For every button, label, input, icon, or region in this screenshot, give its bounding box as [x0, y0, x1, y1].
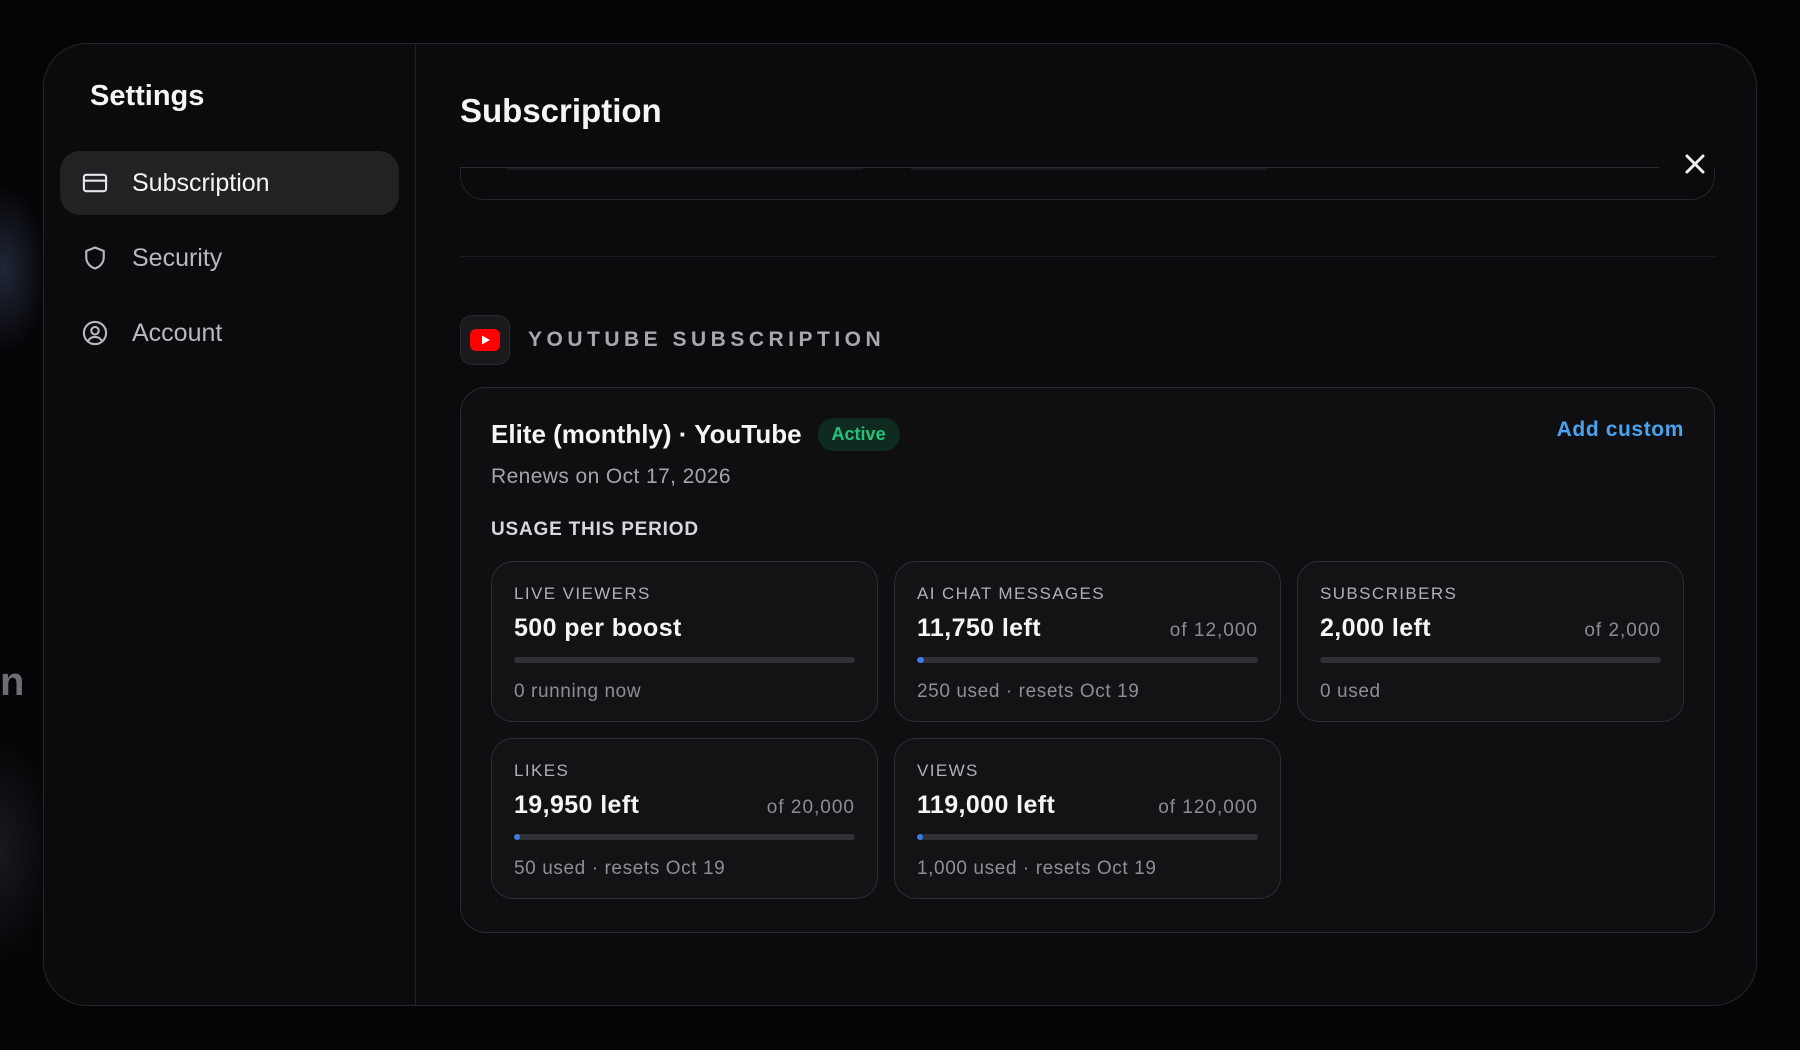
usage-progress-bar: [917, 657, 1258, 663]
main-header: Subscription: [460, 44, 1659, 168]
sidebar-item-subscription[interactable]: Subscription: [60, 151, 399, 215]
renewal-date: Renews on Oct 17, 2026: [491, 465, 731, 488]
status-badge: Active: [817, 418, 900, 451]
clipped-card-edge: [507, 168, 863, 170]
usage-footnote: 0 used: [1320, 681, 1381, 702]
usage-footnote: 250 used · resets Oct 19: [917, 681, 1140, 702]
usage-limit: of 12,000: [1169, 620, 1258, 641]
background-glyph: n: [0, 660, 25, 704]
clipped-card-edge: [911, 168, 1267, 170]
usage-main-row: 500 per boost: [514, 614, 855, 643]
sidebar-item-label: Account: [132, 318, 223, 347]
usage-card-views: VIEWS 119,000 left of 120,000 1,000 used…: [894, 738, 1281, 899]
usage-value: 11,750 left: [917, 614, 1041, 642]
settings-sidebar: Settings Subscription Security Account: [44, 44, 416, 1005]
usage-card-likes: LIKES 19,950 left of 20,000 50 used · re…: [491, 738, 878, 899]
usage-grid: LIVE VIEWERS 500 per boost 0 running now…: [491, 561, 1684, 899]
usage-progress-fill: [917, 657, 925, 663]
usage-value: 119,000 left: [917, 791, 1056, 819]
usage-main-row: 19,950 left of 20,000: [514, 791, 855, 820]
usage-progress-bar: [917, 834, 1258, 840]
usage-progress-fill: [917, 834, 923, 840]
plan-card: Elite (monthly) · YouTube Active Add cus…: [460, 387, 1715, 933]
sidebar-title: Settings: [90, 80, 205, 112]
usage-label: LIVE VIEWERS: [514, 584, 651, 603]
add-custom-link[interactable]: Add custom: [1557, 418, 1684, 442]
usage-progress-bar: [514, 834, 855, 840]
usage-progress-fill: [514, 834, 520, 840]
usage-limit: of 20,000: [766, 797, 855, 818]
section-divider: [460, 256, 1715, 257]
usage-card-live-viewers: LIVE VIEWERS 500 per boost 0 running now: [491, 561, 878, 722]
usage-main-row: 2,000 left of 2,000: [1320, 614, 1661, 643]
youtube-section-header: YOUTUBE SUBSCRIPTION: [460, 315, 1715, 365]
sidebar-item-account[interactable]: Account: [60, 301, 399, 365]
sidebar-item-security[interactable]: Security: [60, 226, 399, 290]
usage-footnote: 50 used · resets Oct 19: [514, 858, 726, 879]
youtube-icon: [460, 315, 510, 365]
usage-value: 19,950 left: [514, 791, 640, 819]
plan-name: Elite (monthly) · YouTube: [491, 419, 802, 449]
credit-card-icon: [80, 168, 110, 198]
usage-label: VIEWS: [917, 761, 979, 780]
usage-main-row: 119,000 left of 120,000: [917, 791, 1258, 820]
settings-modal: Settings Subscription Security Account S…: [43, 43, 1757, 1006]
usage-main-row: 11,750 left of 12,000: [917, 614, 1258, 643]
usage-limit: of 120,000: [1158, 797, 1258, 818]
usage-card-ai-chat-messages: AI CHAT MESSAGES 11,750 left of 12,000 2…: [894, 561, 1281, 722]
usage-label: AI CHAT MESSAGES: [917, 584, 1106, 603]
plan-row: Elite (monthly) · YouTube Active: [491, 418, 1684, 451]
user-circle-icon: [80, 318, 110, 348]
usage-card-subscribers: SUBSCRIBERS 2,000 left of 2,000 0 used: [1297, 561, 1684, 722]
usage-label: LIKES: [514, 761, 570, 780]
page-title: Subscription: [460, 92, 662, 129]
clipped-card: [460, 168, 1715, 200]
shield-icon: [80, 243, 110, 273]
usage-value: 500 per boost: [514, 614, 682, 642]
usage-limit: of 2,000: [1584, 620, 1661, 641]
settings-main: Subscription YOUTUBE SUBSCRIPTION Elite …: [416, 44, 1756, 1005]
usage-footnote: 1,000 used · resets Oct 19: [917, 858, 1157, 879]
usage-label: SUBSCRIBERS: [1320, 584, 1458, 603]
sidebar-item-label: Subscription: [132, 168, 270, 197]
usage-footnote: 0 running now: [514, 681, 642, 702]
usage-progress-bar: [1320, 657, 1661, 663]
sidebar-item-label: Security: [132, 243, 223, 272]
usage-progress-bar: [514, 657, 855, 663]
usage-title: USAGE THIS PERIOD: [491, 519, 699, 540]
usage-value: 2,000 left: [1320, 614, 1432, 642]
section-label: YOUTUBE SUBSCRIPTION: [528, 328, 886, 351]
